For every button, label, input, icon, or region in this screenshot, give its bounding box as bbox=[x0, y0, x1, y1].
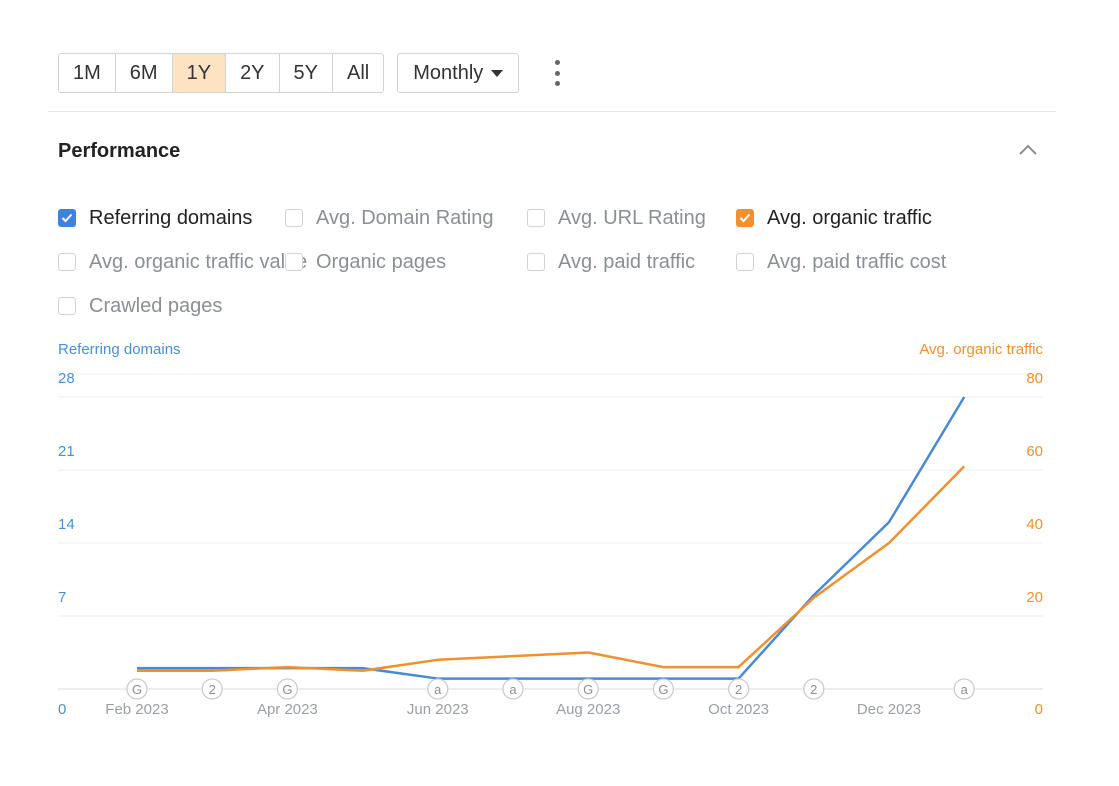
range-selector: 1M 6M 1Y 2Y 5Y All bbox=[58, 53, 385, 93]
metric-label: Avg. organic traffic value bbox=[89, 250, 308, 273]
divider bbox=[48, 111, 1056, 112]
range-button-2y[interactable]: 2Y bbox=[226, 54, 280, 92]
checkbox-icon[interactable] bbox=[285, 209, 303, 227]
annotation-label: 2 bbox=[735, 682, 742, 697]
right-axis-tick-label: 80 bbox=[1026, 370, 1043, 387]
performance-chart: 0 7 14 21 28 0 20 40 60 80 Feb 2023 Apr 2023 Jun 202… bbox=[58, 370, 1043, 718]
metric-label: Referring domains bbox=[89, 206, 253, 229]
metric-avg-organic-traffic[interactable]: Avg. organic traffic bbox=[736, 207, 932, 230]
metric-label: Avg. URL Rating bbox=[558, 206, 706, 229]
range-button-all[interactable]: All bbox=[333, 54, 384, 92]
metric-label: Crawled pages bbox=[89, 294, 223, 317]
annotation-label: a bbox=[434, 682, 442, 697]
annotation-label: G bbox=[132, 682, 142, 697]
checkbox-icon[interactable] bbox=[58, 253, 76, 271]
x-axis-tick-label: Jun 2023 bbox=[407, 701, 469, 718]
range-button-1m[interactable]: 1M bbox=[59, 54, 116, 92]
left-axis-tick-label: 14 bbox=[58, 516, 75, 533]
metric-avg-domain-rating[interactable]: Avg. Domain Rating bbox=[285, 207, 494, 230]
metric-organic-pages[interactable]: Organic pages bbox=[285, 251, 446, 274]
series-line-referring-domains bbox=[137, 396, 966, 680]
x-axis-tick-label: Oct 2023 bbox=[708, 701, 769, 718]
interval-label: Monthly bbox=[413, 62, 484, 84]
annotation-label: G bbox=[658, 682, 668, 697]
left-axis-tick-label: 0 bbox=[58, 701, 66, 718]
metric-avg-paid-traffic-cost[interactable]: Avg. paid traffic cost bbox=[736, 251, 946, 274]
range-button-1y[interactable]: 1Y bbox=[172, 54, 227, 92]
checkbox-icon[interactable] bbox=[736, 253, 754, 271]
toolbar: 1M 6M 1Y 2Y 5Y All Monthly bbox=[58, 53, 563, 93]
checkbox-icon[interactable] bbox=[58, 297, 76, 315]
left-axis-title: Referring domains bbox=[58, 341, 181, 358]
metric-label: Organic pages bbox=[316, 250, 447, 273]
left-axis-tick-label: 21 bbox=[58, 443, 75, 460]
caret-down-icon bbox=[491, 69, 504, 77]
checkbox-checked-icon[interactable] bbox=[58, 209, 76, 227]
right-axis-tick-label: 40 bbox=[1026, 516, 1043, 533]
metric-row: Referring domains Avg. Domain Rating Avg. … bbox=[58, 196, 1058, 240]
x-axis-tick-label: Aug 2023 bbox=[556, 701, 620, 718]
range-button-5y[interactable]: 5Y bbox=[279, 54, 333, 92]
left-axis-tick-label: 7 bbox=[58, 589, 66, 606]
annotation-label: a bbox=[509, 682, 517, 697]
metric-selector: Referring domains Avg. Domain Rating Avg. … bbox=[58, 196, 1058, 328]
metric-row: Crawled pages bbox=[58, 284, 1058, 328]
x-axis-tick-label: Feb 2023 bbox=[105, 701, 168, 718]
annotation-label: 2 bbox=[209, 682, 216, 697]
chevron-up-icon[interactable] bbox=[1018, 142, 1038, 156]
metric-label: Avg. paid traffic cost bbox=[767, 250, 947, 273]
annotation-label: G bbox=[282, 682, 292, 697]
interval-dropdown[interactable]: Monthly bbox=[397, 53, 520, 93]
checkbox-icon[interactable] bbox=[285, 253, 303, 271]
range-button-6m[interactable]: 6M bbox=[115, 54, 173, 92]
right-axis-tick-label: 20 bbox=[1026, 589, 1043, 606]
checkbox-checked-icon[interactable] bbox=[736, 209, 754, 227]
metric-label: Avg. organic traffic bbox=[767, 206, 932, 229]
left-axis-tick-label: 28 bbox=[58, 370, 75, 387]
metric-avg-url-rating[interactable]: Avg. URL Rating bbox=[527, 207, 706, 230]
annotation-label: a bbox=[961, 682, 969, 697]
metric-avg-paid-traffic[interactable]: Avg. paid traffic bbox=[527, 251, 695, 274]
x-axis-tick-label: Dec 2023 bbox=[857, 701, 921, 718]
checkbox-icon[interactable] bbox=[527, 209, 545, 227]
annotation-label: 2 bbox=[810, 682, 817, 697]
right-axis-tick-label: 60 bbox=[1026, 443, 1043, 460]
checkbox-icon[interactable] bbox=[527, 253, 545, 271]
metric-label: Avg. paid traffic bbox=[558, 250, 696, 273]
metric-label: Avg. Domain Rating bbox=[316, 206, 494, 229]
metric-crawled-pages[interactable]: Crawled pages bbox=[58, 295, 222, 318]
more-options-icon[interactable] bbox=[551, 60, 563, 86]
right-axis-title: Avg. organic traffic bbox=[919, 341, 1043, 358]
metric-referring-domains[interactable]: Referring domains bbox=[58, 207, 252, 230]
metric-avg-organic-traffic-value[interactable]: Avg. organic traffic value bbox=[58, 251, 307, 274]
section-title: Performance bbox=[58, 140, 181, 162]
metric-row: Avg. organic traffic value Organic pages A… bbox=[58, 240, 1058, 284]
x-axis-tick-label: Apr 2023 bbox=[257, 701, 318, 718]
annotation-label: G bbox=[583, 682, 593, 697]
right-axis-tick-label: 0 bbox=[1035, 701, 1043, 718]
